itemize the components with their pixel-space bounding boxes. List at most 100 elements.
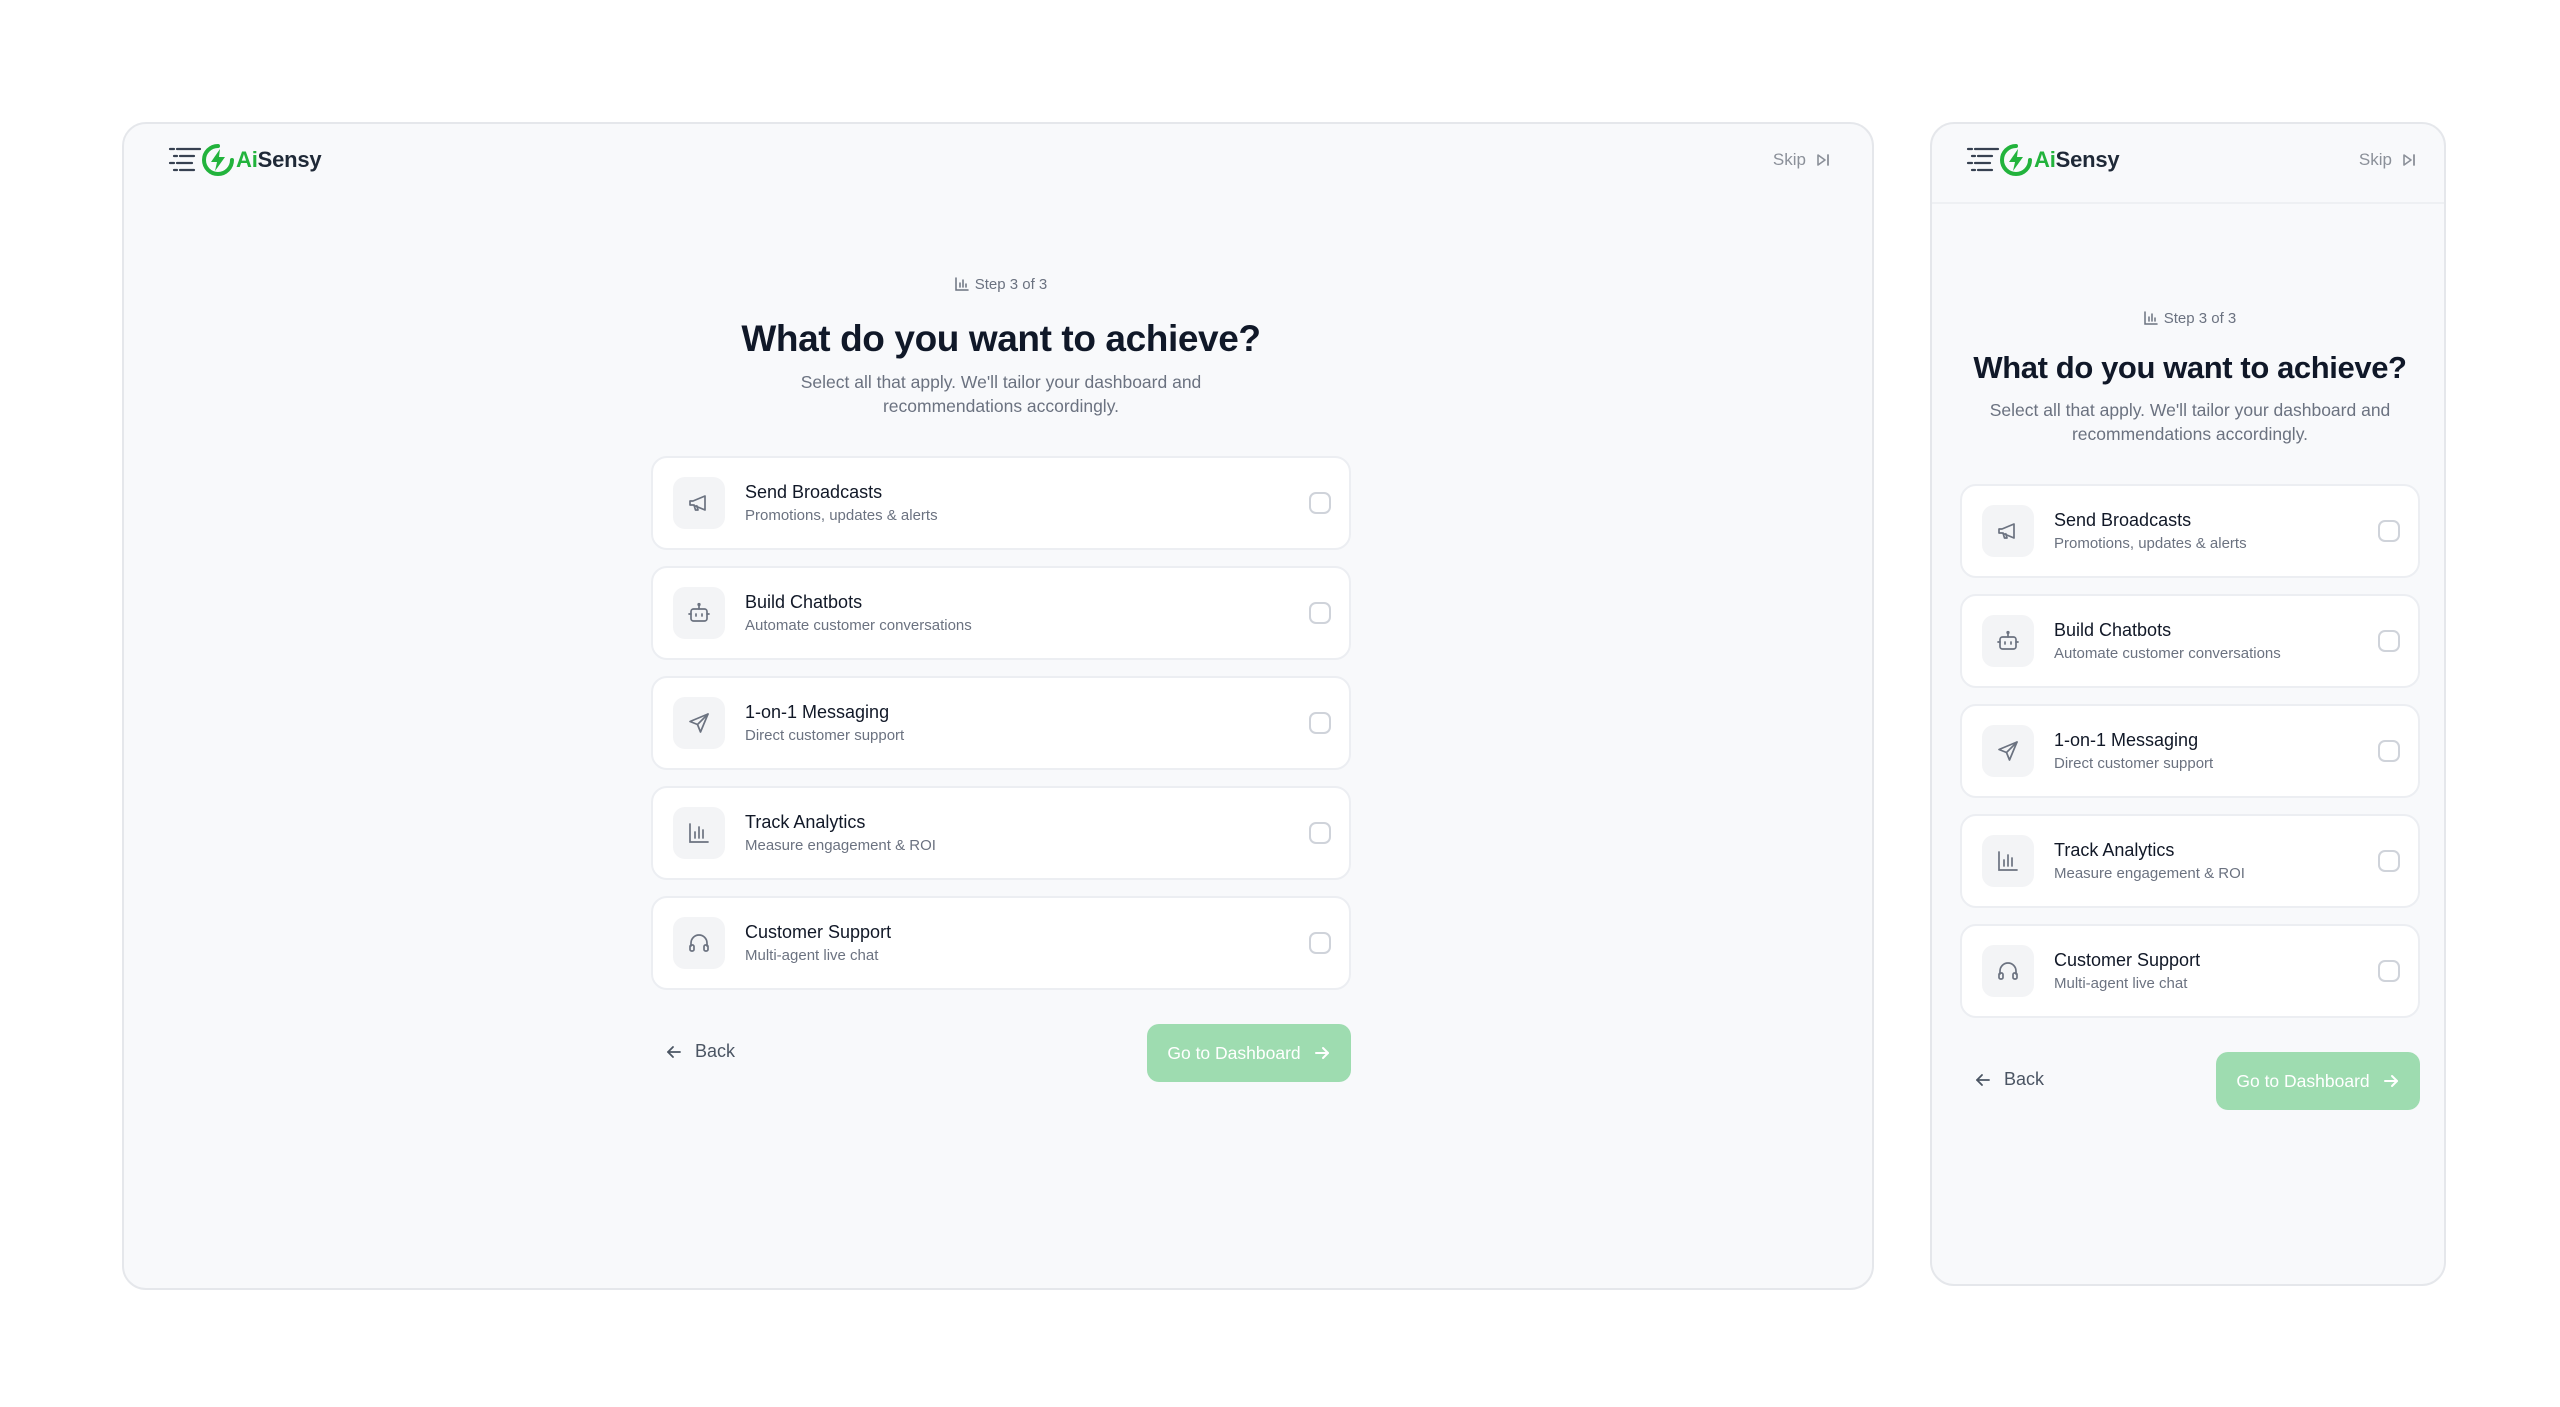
option-1on1-messaging[interactable]: 1-on-1 Messaging Direct customer support [1960, 704, 2420, 798]
main-content: Step 3 of 3 What do you want to achieve?… [651, 274, 1351, 1082]
megaphone-icon [673, 477, 725, 529]
skip-label: Skip [1772, 150, 1806, 169]
arrow-right-icon [2383, 1075, 2398, 1087]
logo-bolt-icon [2000, 144, 2032, 176]
step-indicator: Step 3 of 3 [1960, 308, 2420, 328]
goal-options: Send Broadcasts Promotions, updates & al… [651, 456, 1351, 990]
back-button[interactable]: Back [1974, 1069, 2044, 1090]
mobile-preview-frame: AiSensy Skip Step 3 of 3 What do you wan… [1930, 122, 2446, 1286]
megaphone-icon [1982, 505, 2034, 557]
option-checkbox[interactable] [2378, 740, 2400, 762]
option-description: Measure engagement & ROI [745, 837, 936, 854]
back-label: Back [2004, 1069, 2045, 1089]
send-icon [1982, 725, 2034, 777]
option-description: Multi-agent live chat [2054, 975, 2188, 992]
bot-icon [1982, 615, 2034, 667]
option-text: 1-on-1 Messaging Direct customer support [2054, 728, 2378, 774]
bot-icon [673, 587, 725, 639]
form-actions: Back Go to Dashboard [651, 1024, 1351, 1082]
main-content: Step 3 of 3 What do you want to achieve?… [1960, 308, 2420, 1110]
brand-sensy: Sensy [257, 147, 322, 172]
option-send-broadcasts[interactable]: Send Broadcasts Promotions, updates & al… [1960, 484, 2420, 578]
brand-name: AiSensy [236, 147, 322, 173]
arrow-right-icon [1314, 1047, 1329, 1059]
arrow-left-icon [667, 1045, 681, 1058]
option-text: Track Analytics Measure engagement & ROI [745, 810, 1309, 856]
option-title: Send Broadcasts [745, 482, 883, 502]
top-bar: AiSensy Skip [124, 124, 1872, 202]
brand-sensy: Sensy [2055, 147, 2120, 172]
skip-button[interactable]: Skip [1773, 150, 1830, 170]
option-title: Customer Support [745, 922, 892, 942]
logo-lines-icon [1966, 147, 2000, 172]
option-send-broadcasts[interactable]: Send Broadcasts Promotions, updates & al… [651, 456, 1351, 550]
headphones-icon [1982, 945, 2034, 997]
option-checkbox[interactable] [1309, 932, 1331, 954]
back-button[interactable]: Back [665, 1041, 735, 1062]
page-subtitle: Select all that apply. We'll tailor your… [1989, 400, 2391, 444]
go-to-dashboard-label: Go to Dashboard [1167, 1042, 1301, 1063]
go-to-dashboard-button[interactable]: Go to Dashboard [2216, 1052, 2420, 1110]
option-checkbox[interactable] [2378, 960, 2400, 982]
send-icon [673, 697, 725, 749]
option-customer-support[interactable]: Customer Support Multi-agent live chat [1960, 924, 2420, 1018]
option-text: Track Analytics Measure engagement & ROI [2054, 838, 2378, 884]
top-bar: AiSensy Skip [1932, 124, 2444, 204]
skip-forward-icon [1817, 154, 1829, 166]
option-checkbox[interactable] [1309, 602, 1331, 624]
page-title: What do you want to achieve? [741, 318, 1261, 359]
option-description: Direct customer support [2054, 755, 2214, 772]
option-checkbox[interactable] [1309, 492, 1331, 514]
brand-name: AiSensy [2034, 147, 2120, 173]
brand-ai: Ai [2034, 147, 2056, 172]
option-track-analytics[interactable]: Track Analytics Measure engagement & ROI [1960, 814, 2420, 908]
skip-label: Skip [2358, 150, 2392, 169]
option-text: Customer Support Multi-agent live chat [745, 920, 1309, 966]
bar-chart-icon [1982, 835, 2034, 887]
goal-options: Send Broadcasts Promotions, updates & al… [1960, 484, 2420, 1018]
option-text: Send Broadcasts Promotions, updates & al… [745, 480, 1309, 526]
brand-logo[interactable]: AiSensy [168, 144, 322, 176]
option-text: Send Broadcasts Promotions, updates & al… [2054, 508, 2378, 554]
option-track-analytics[interactable]: Track Analytics Measure engagement & ROI [651, 786, 1351, 880]
bar-chart-icon [673, 807, 725, 859]
option-checkbox[interactable] [1309, 822, 1331, 844]
option-title: Track Analytics [745, 812, 866, 832]
step-indicator: Step 3 of 3 [651, 274, 1351, 294]
option-description: Automate customer conversations [745, 617, 972, 634]
option-title: Build Chatbots [2054, 620, 2172, 640]
step-label: Step 3 of 3 [2163, 309, 2237, 327]
option-1on1-messaging[interactable]: 1-on-1 Messaging Direct customer support [651, 676, 1351, 770]
brand-logo[interactable]: AiSensy [1966, 144, 2120, 176]
skip-forward-icon [2403, 154, 2415, 166]
option-checkbox[interactable] [2378, 630, 2400, 652]
desktop-preview-frame: AiSensy Skip Step 3 of 3 What do you wan… [122, 122, 1874, 1290]
form-actions: Back Go to Dashboard [1960, 1052, 2420, 1110]
option-text: Build Chatbots Automate customer convers… [745, 590, 1309, 636]
headphones-icon [673, 917, 725, 969]
go-to-dashboard-label: Go to Dashboard [2236, 1070, 2370, 1091]
skip-button[interactable]: Skip [2359, 150, 2416, 170]
page-subtitle: Select all that apply. We'll tailor your… [800, 372, 1202, 416]
option-description: Multi-agent live chat [745, 947, 879, 964]
go-to-dashboard-button[interactable]: Go to Dashboard [1147, 1024, 1351, 1082]
option-build-chatbots[interactable]: Build Chatbots Automate customer convers… [1960, 594, 2420, 688]
option-title: Customer Support [2054, 950, 2201, 970]
option-customer-support[interactable]: Customer Support Multi-agent live chat [651, 896, 1351, 990]
logo-bolt-icon [202, 144, 234, 176]
option-text: Customer Support Multi-agent live chat [2054, 948, 2378, 994]
option-build-chatbots[interactable]: Build Chatbots Automate customer convers… [651, 566, 1351, 660]
option-description: Direct customer support [745, 727, 905, 744]
option-checkbox[interactable] [2378, 520, 2400, 542]
option-checkbox[interactable] [2378, 850, 2400, 872]
option-title: 1-on-1 Messaging [2054, 730, 2199, 750]
option-text: 1-on-1 Messaging Direct customer support [745, 700, 1309, 746]
step-label: Step 3 of 3 [974, 275, 1048, 293]
option-description: Promotions, updates & alerts [745, 507, 938, 524]
option-title: Track Analytics [2054, 840, 2175, 860]
option-checkbox[interactable] [1309, 712, 1331, 734]
option-title: 1-on-1 Messaging [745, 702, 890, 722]
option-description: Promotions, updates & alerts [2054, 535, 2247, 552]
chart-small-icon [2143, 311, 2158, 325]
option-description: Automate customer conversations [2054, 645, 2281, 662]
